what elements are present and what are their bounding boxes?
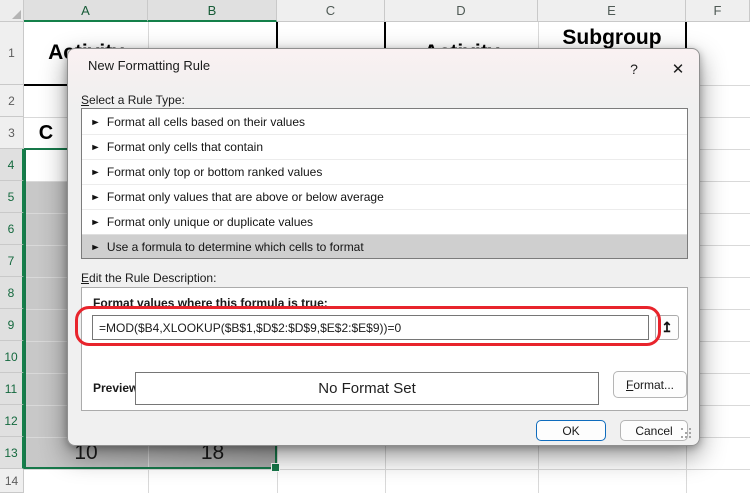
row-header-14[interactable]: 14 (0, 469, 24, 493)
formula-input[interactable]: =MOD($B4,XLOOKUP($B$1,$D$2:$D$9,$E$2:$E$… (92, 315, 649, 340)
help-button[interactable]: ? (620, 56, 648, 81)
cancel-button[interactable]: Cancel (620, 420, 688, 441)
rule-type-item[interactable]: ► Format only values that are above or be… (82, 184, 687, 209)
rule-type-item[interactable]: ► Format only top or bottom ranked values (82, 159, 687, 184)
dialog-title[interactable]: New Formatting Rule (88, 58, 210, 73)
rule-item-arrow-icon: ► (90, 167, 101, 177)
column-header-b[interactable]: B (148, 0, 277, 22)
row-header-11[interactable]: 11 (0, 373, 24, 405)
rule-type-label: Format only top or bottom ranked values (107, 165, 322, 179)
ok-button[interactable]: OK (536, 420, 606, 441)
rule-type-listbox: ►Format all cells based on their values … (81, 108, 688, 259)
rule-item-arrow-icon: ► (90, 117, 101, 127)
rule-item-arrow-icon: ► (90, 242, 101, 252)
edit-rule-description-label: Edit the Rule Description: (81, 271, 216, 285)
new-formatting-rule-dialog: New Formatting Rule ? ✕ Select a Rule Ty… (67, 48, 700, 446)
resize-grip[interactable] (681, 428, 693, 440)
row-header-4[interactable]: 4 (0, 149, 24, 181)
column-header-d[interactable]: D (385, 0, 538, 22)
rule-type-item-selected[interactable]: ► Use a formula to determine which cells … (82, 234, 687, 259)
collapse-arrow-icon: ↥ (661, 319, 673, 336)
rule-type-item[interactable]: ► Format only cells that contain (82, 134, 687, 159)
rule-type-label: Format only cells that contain (107, 140, 263, 154)
select-all-button[interactable] (0, 0, 24, 22)
column-header-c[interactable]: C (277, 0, 385, 22)
row-header-3[interactable]: 3 (0, 117, 24, 149)
row-header-1[interactable]: 1 (0, 22, 24, 85)
row-header-10[interactable]: 10 (0, 341, 24, 373)
select-all-triangle-icon (12, 10, 21, 19)
rule-type-label: Use a formula to determine which cells t… (107, 240, 364, 254)
column-header-e[interactable]: E (538, 0, 686, 22)
rule-item-arrow-icon: ► (90, 142, 101, 152)
row-header-9[interactable]: 9 (0, 309, 24, 341)
row-header-8[interactable]: 8 (0, 277, 24, 309)
select-rule-type-label: Select a Rule Type: (81, 93, 185, 107)
rule-type-item[interactable]: ► Format only unique or duplicate values (82, 209, 687, 234)
close-icon[interactable]: ✕ (664, 56, 692, 81)
rule-item-arrow-icon: ► (90, 217, 101, 227)
fill-handle[interactable] (271, 463, 280, 472)
rule-type-item[interactable]: ► Format all cells based on their values (82, 109, 687, 134)
row-header-7[interactable]: 7 (0, 245, 24, 277)
format-preview: No Format Set (135, 372, 599, 405)
row-header-2[interactable]: 2 (0, 85, 24, 117)
cell-a3[interactable]: C (24, 117, 68, 149)
rule-type-label: Format only unique or duplicate values (107, 215, 313, 229)
collapse-dialog-button[interactable]: ↥ (655, 315, 679, 340)
row-header-13[interactable]: 13 (0, 437, 24, 469)
rule-description-groupbox: Format values where this formula is true… (81, 287, 688, 411)
rule-type-label: Format only values that are above or bel… (107, 190, 384, 204)
row-header-12[interactable]: 12 (0, 405, 24, 437)
row-header-6[interactable]: 6 (0, 213, 24, 245)
formula-label: Format values where this formula is true… (93, 296, 328, 310)
column-header-f[interactable]: F (686, 0, 750, 22)
rule-item-arrow-icon: ► (90, 192, 101, 202)
gridline (24, 469, 750, 470)
excel-window: Activity Activity Subgroup C 10 18 ABCDE… (0, 0, 750, 493)
row-header-5[interactable]: 5 (0, 181, 24, 213)
rule-type-label: Format all cells based on their values (107, 115, 305, 129)
format-button[interactable]: Format... (613, 371, 687, 398)
column-header-a[interactable]: A (24, 0, 148, 22)
